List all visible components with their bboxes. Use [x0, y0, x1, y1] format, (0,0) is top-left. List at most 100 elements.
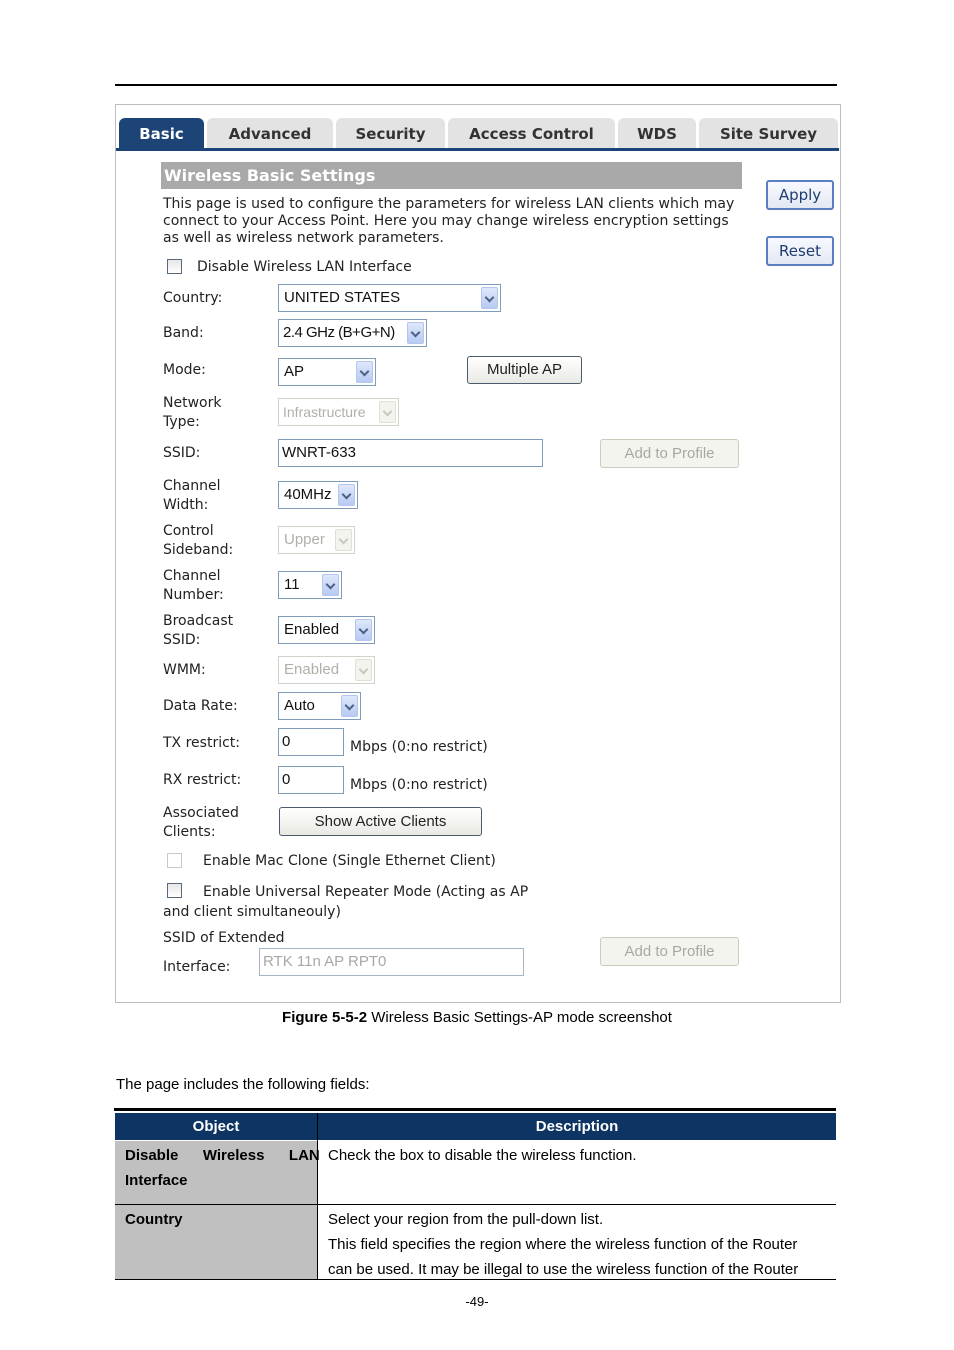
- channel-width-label-line1: Channel: [163, 478, 221, 494]
- disable-wlan-checkbox[interactable]: [167, 259, 182, 274]
- broadcast-ssid-label-line2: SSID:: [163, 632, 201, 648]
- control-sideband-value: Upper: [284, 531, 325, 548]
- description-line: This field specifies the region where th…: [328, 1236, 798, 1253]
- channel-number-select[interactable]: 11: [278, 571, 342, 599]
- wmm-value: Enabled: [284, 661, 340, 678]
- add-to-profile-button: Add to Profile: [600, 439, 739, 468]
- table-top-rule: [114, 1108, 836, 1111]
- country-select[interactable]: UNITED STATES: [278, 284, 501, 312]
- universal-repeater-label-line2: and client simultaneouly): [163, 904, 341, 920]
- network-type-value: Infrastructure: [283, 404, 366, 420]
- table-header-description: Description: [318, 1113, 836, 1140]
- wmm-label: WMM:: [163, 662, 206, 678]
- add-to-profile-button-extended: Add to Profile: [600, 937, 739, 966]
- chevron-down-icon: [481, 287, 498, 309]
- channel-width-label: Channel Width:: [163, 477, 220, 515]
- chevron-down-icon: [322, 574, 339, 596]
- mode-label: Mode:: [163, 362, 206, 378]
- apply-button[interactable]: Apply: [766, 180, 834, 210]
- broadcast-ssid-label-line1: Broadcast: [163, 613, 234, 629]
- channel-width-value: 40MHz: [284, 486, 332, 503]
- tab-basic[interactable]: Basic: [119, 118, 204, 149]
- show-active-clients-button[interactable]: Show Active Clients: [279, 807, 482, 836]
- object-line1: Country: [125, 1211, 183, 1228]
- table-header-object: Object: [115, 1113, 317, 1140]
- table-row-description: Select your region from the pull-down li…: [318, 1205, 836, 1279]
- chevron-down-icon: [335, 529, 352, 551]
- broadcast-ssid-select[interactable]: Enabled: [278, 616, 375, 644]
- tab-site-survey[interactable]: Site Survey: [699, 118, 838, 149]
- data-rate-label: Data Rate:: [163, 698, 238, 714]
- figure-caption-text: Wireless Basic Settings-AP mode screensh…: [367, 1009, 672, 1026]
- network-type-label: Network Type:: [163, 394, 221, 432]
- chevron-down-icon: [338, 484, 355, 506]
- ssid-input[interactable]: WNRT-633: [278, 439, 543, 467]
- extended-ssid-label: SSID of Extended: [163, 930, 285, 946]
- associated-clients-label-line1: Associated: [163, 805, 239, 821]
- channel-number-label: Channel Number:: [163, 567, 224, 605]
- data-rate-value: Auto: [284, 697, 315, 714]
- channel-number-value: 11: [284, 576, 300, 593]
- tab-bar: Basic Advanced Security Access Control W…: [119, 118, 839, 149]
- universal-repeater-label: Enable Universal Repeater Mode (Acting a…: [203, 884, 529, 900]
- section-title: Wireless Basic Settings: [161, 162, 742, 189]
- extended-ssid-input: RTK 11n AP RPT0: [259, 948, 524, 976]
- associated-clients-label: Associated Clients:: [163, 804, 239, 842]
- channel-width-select[interactable]: 40MHz: [278, 481, 358, 509]
- chevron-down-icon: [355, 659, 372, 681]
- chevron-down-icon: [356, 361, 373, 383]
- tab-advanced[interactable]: Advanced: [207, 118, 333, 149]
- table-row-object: Disable Wireless LAN Interface: [115, 1141, 320, 1204]
- header-rule: [115, 84, 837, 86]
- tab-access-control[interactable]: Access Control: [448, 118, 615, 149]
- mac-clone-label: Enable Mac Clone (Single Ethernet Client…: [203, 853, 496, 869]
- page-number: -49-: [465, 1294, 489, 1309]
- table-column-divider: [317, 1113, 318, 1280]
- control-sideband-label-line1: Control: [163, 523, 214, 539]
- mode-select[interactable]: AP: [278, 358, 376, 386]
- band-label: Band:: [163, 325, 204, 341]
- chevron-down-icon: [355, 619, 372, 641]
- data-rate-select[interactable]: Auto: [278, 692, 361, 720]
- rx-mbps-hint: Mbps (0:no restrict): [350, 777, 488, 793]
- reset-button[interactable]: Reset: [766, 236, 834, 266]
- country-label: Country:: [163, 290, 223, 306]
- chevron-down-icon: [407, 322, 424, 344]
- universal-repeater-checkbox[interactable]: [167, 883, 182, 898]
- network-type-select: Infrastructure: [278, 398, 399, 426]
- network-type-label-line2: Type:: [163, 414, 200, 430]
- tab-underline: [116, 148, 839, 151]
- channel-number-label-line1: Channel: [163, 568, 221, 584]
- ssid-label: SSID:: [163, 445, 201, 461]
- intro-paragraph: The page includes the following fields:: [116, 1076, 370, 1093]
- router-screenshot: Basic Advanced Security Access Control W…: [115, 104, 841, 1003]
- tab-security[interactable]: Security: [336, 118, 445, 149]
- country-value: UNITED STATES: [284, 289, 401, 306]
- control-sideband-label-line2: Sideband:: [163, 542, 234, 558]
- description-line: Check the box to disable the wireless fu…: [328, 1147, 637, 1164]
- network-type-label-line1: Network: [163, 395, 222, 411]
- broadcast-ssid-value: Enabled: [284, 621, 340, 638]
- channel-width-label-line2: Width:: [163, 497, 209, 513]
- rx-restrict-label: RX restrict:: [163, 772, 242, 788]
- band-value: 2.4 GHz (B+G+N): [283, 324, 395, 341]
- multiple-ap-button[interactable]: Multiple AP: [467, 356, 582, 384]
- object-line1: Disable Wireless LAN: [125, 1147, 320, 1164]
- associated-clients-label-line2: Clients:: [163, 824, 216, 840]
- table-bottom-rule: [115, 1279, 836, 1280]
- tx-restrict-input[interactable]: 0: [278, 728, 344, 756]
- description-line: Select your region from the pull-down li…: [328, 1211, 604, 1228]
- chevron-down-icon: [341, 695, 358, 717]
- channel-number-label-line2: Number:: [163, 587, 224, 603]
- tab-wds[interactable]: WDS: [618, 118, 696, 149]
- rx-restrict-input[interactable]: 0: [278, 766, 344, 794]
- disable-wlan-label: Disable Wireless LAN Interface: [197, 259, 412, 275]
- tx-mbps-hint: Mbps (0:no restrict): [350, 739, 488, 755]
- mac-clone-checkbox: [167, 853, 182, 868]
- control-sideband-label: Control Sideband:: [163, 522, 233, 560]
- mode-value: AP: [284, 363, 305, 380]
- extended-interface-label: Interface:: [163, 959, 231, 975]
- figure-caption: Figure 5-5-2 Wireless Basic Settings-AP …: [0, 1009, 954, 1026]
- broadcast-ssid-label: Broadcast SSID:: [163, 612, 233, 650]
- band-select[interactable]: 2.4 GHz (B+G+N): [278, 319, 427, 347]
